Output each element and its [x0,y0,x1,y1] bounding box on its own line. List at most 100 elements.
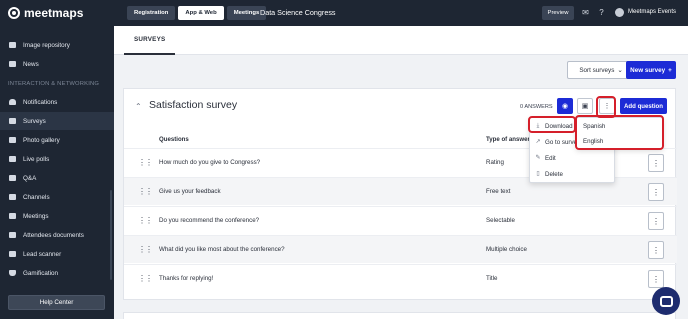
mail-icon[interactable]: ✉ [581,8,590,17]
table-row[interactable]: ⋮⋮ Thanks for replying! Title ⋮ [124,264,677,292]
next-survey-card [123,312,676,319]
avatar[interactable] [615,8,624,17]
chevron-up-icon[interactable]: ⌃ [135,102,142,111]
download-language-submenu: Spanish English [576,117,663,149]
question-text: How much do you give to Congress? [159,159,261,166]
sidebar-item-label: Image repository [23,41,70,49]
lock-button[interactable]: ▣ [577,98,593,114]
row-options-button[interactable]: ⋮ [648,241,664,259]
tab-registration[interactable]: Registration [127,6,176,20]
sidebar-item-label: Photo gallery [23,136,60,144]
external-link-icon: ↗ [535,139,541,145]
new-survey-button[interactable]: New survey + [626,61,676,79]
chevron-down-icon: ⌄ [617,66,623,74]
sidebar-item-label: Lead scanner [23,250,62,258]
language-option-english[interactable]: English [583,138,603,145]
sidebar-item-label: Attendees documents [23,231,84,239]
sort-surveys-button[interactable]: Sort surveys ⌄ [567,61,635,79]
table-row[interactable]: ⋮⋮ Do you recommend the conference? Sele… [124,206,677,234]
drag-handle-icon[interactable]: ⋮⋮ [138,246,153,254]
more-vertical-icon: ⋮ [652,158,660,168]
lock-icon: ▣ [581,103,589,110]
sidebar-item-label: Meetings [23,212,49,220]
menu-item-label: Edit [545,154,556,162]
sidebar-item-channels[interactable]: Channels [0,188,114,206]
sidebar-item-gamification[interactable]: Gamification [0,264,114,282]
logo[interactable]: meetmaps [8,6,83,20]
row-options-button[interactable]: ⋮ [648,212,664,230]
tab-surveys[interactable]: SURVEYS [124,26,176,55]
more-vertical-icon: ⋮ [652,274,660,284]
trash-icon: ▯ [536,171,540,177]
drag-handle-icon[interactable]: ⋮⋮ [138,275,153,283]
help-icon[interactable]: ? [597,8,606,17]
sidebar-item-label: Channels [23,193,50,201]
row-options-button[interactable]: ⋮ [648,154,664,172]
sidebar-item-image-repository[interactable]: Image repository [0,36,114,54]
sidebar-item-notifications[interactable]: Notifications [0,93,114,111]
news-icon [8,60,16,68]
column-header-questions: Questions [159,136,189,143]
sidebar-item-live-polls[interactable]: Live polls [0,150,114,168]
preview-button[interactable]: Preview [542,6,574,20]
more-options-button[interactable]: ⋮ [599,98,615,114]
table-row[interactable]: ⋮⋮ What did you like most about the conf… [124,235,677,263]
sidebar-item-label: Gamification [23,269,58,277]
trophy-icon [8,269,16,277]
qa-icon [8,174,16,182]
drag-handle-icon[interactable]: ⋮⋮ [138,188,153,196]
logo-text: meetmaps [24,6,84,20]
add-question-button[interactable]: Add question [620,98,667,114]
sidebar: meetmaps Image repository News INTERACTI… [0,0,114,319]
sort-surveys-label: Sort surveys [579,66,615,74]
edit-icon: ✎ [535,155,541,161]
menu-item-edit[interactable]: ✎ Edit [530,150,616,166]
answer-type: Rating [486,159,504,166]
row-options-button[interactable]: ⋮ [648,270,664,288]
row-options-button[interactable]: ⋮ [648,183,664,201]
more-vertical-icon: ⋮ [603,103,611,110]
menu-item-label: Download [545,122,573,130]
answer-type: Title [486,275,498,282]
sidebar-item-photo-gallery[interactable]: Photo gallery [0,131,114,149]
more-vertical-icon: ⋮ [652,245,660,255]
sidebar-item-qa[interactable]: Q&A [0,169,114,187]
poll-icon [8,155,16,163]
user-name[interactable]: Meetmaps Events [628,9,676,15]
menu-item-delete[interactable]: ▯ Delete [530,166,616,182]
bell-icon [8,98,16,106]
sidebar-item-news[interactable]: News [0,55,114,73]
sidebar-item-label: Live polls [23,155,50,163]
drag-handle-icon[interactable]: ⋮⋮ [138,217,153,225]
help-center-button[interactable]: Help Center [8,295,105,310]
tab-app-web[interactable]: App & Web [178,6,224,20]
sidebar-section-label: INTERACTION & NETWORKING [8,81,100,87]
scanner-icon [8,250,16,258]
answer-type: Free text [486,188,511,195]
document-icon [8,231,16,239]
sidebar-item-surveys[interactable]: Surveys [0,112,114,130]
sidebar-item-meetings[interactable]: Meetings [0,207,114,225]
meetmaps-logo-icon [8,7,20,19]
sidebar-item-label: Surveys [23,117,46,125]
language-option-spanish[interactable]: Spanish [583,123,605,130]
question-text: Do you recommend the conference? [159,217,260,224]
answer-type: Selectable [486,217,515,224]
image-icon [8,41,16,49]
chat-icon [659,295,673,307]
answers-count: 0 ANSWERS [520,104,553,110]
top-bar: Registration App & Web Meetings Data Sci… [114,0,688,26]
question-text: Thanks for replying! [159,275,214,282]
visibility-button[interactable]: ◉ [557,98,573,114]
subtabs: SURVEYS [114,26,688,55]
sidebar-scrollbar[interactable] [110,190,112,280]
menu-item-label: Go to survey [545,138,581,146]
survey-icon [8,117,16,125]
sidebar-item-lead-scanner[interactable]: Lead scanner [0,245,114,263]
chat-button[interactable] [652,287,680,315]
more-vertical-icon: ⋮ [652,187,660,197]
drag-handle-icon[interactable]: ⋮⋮ [138,159,153,167]
more-vertical-icon: ⋮ [652,216,660,226]
sidebar-item-attendees-documents[interactable]: Attendees documents [0,226,114,244]
event-name: Data Science Congress [260,8,336,17]
